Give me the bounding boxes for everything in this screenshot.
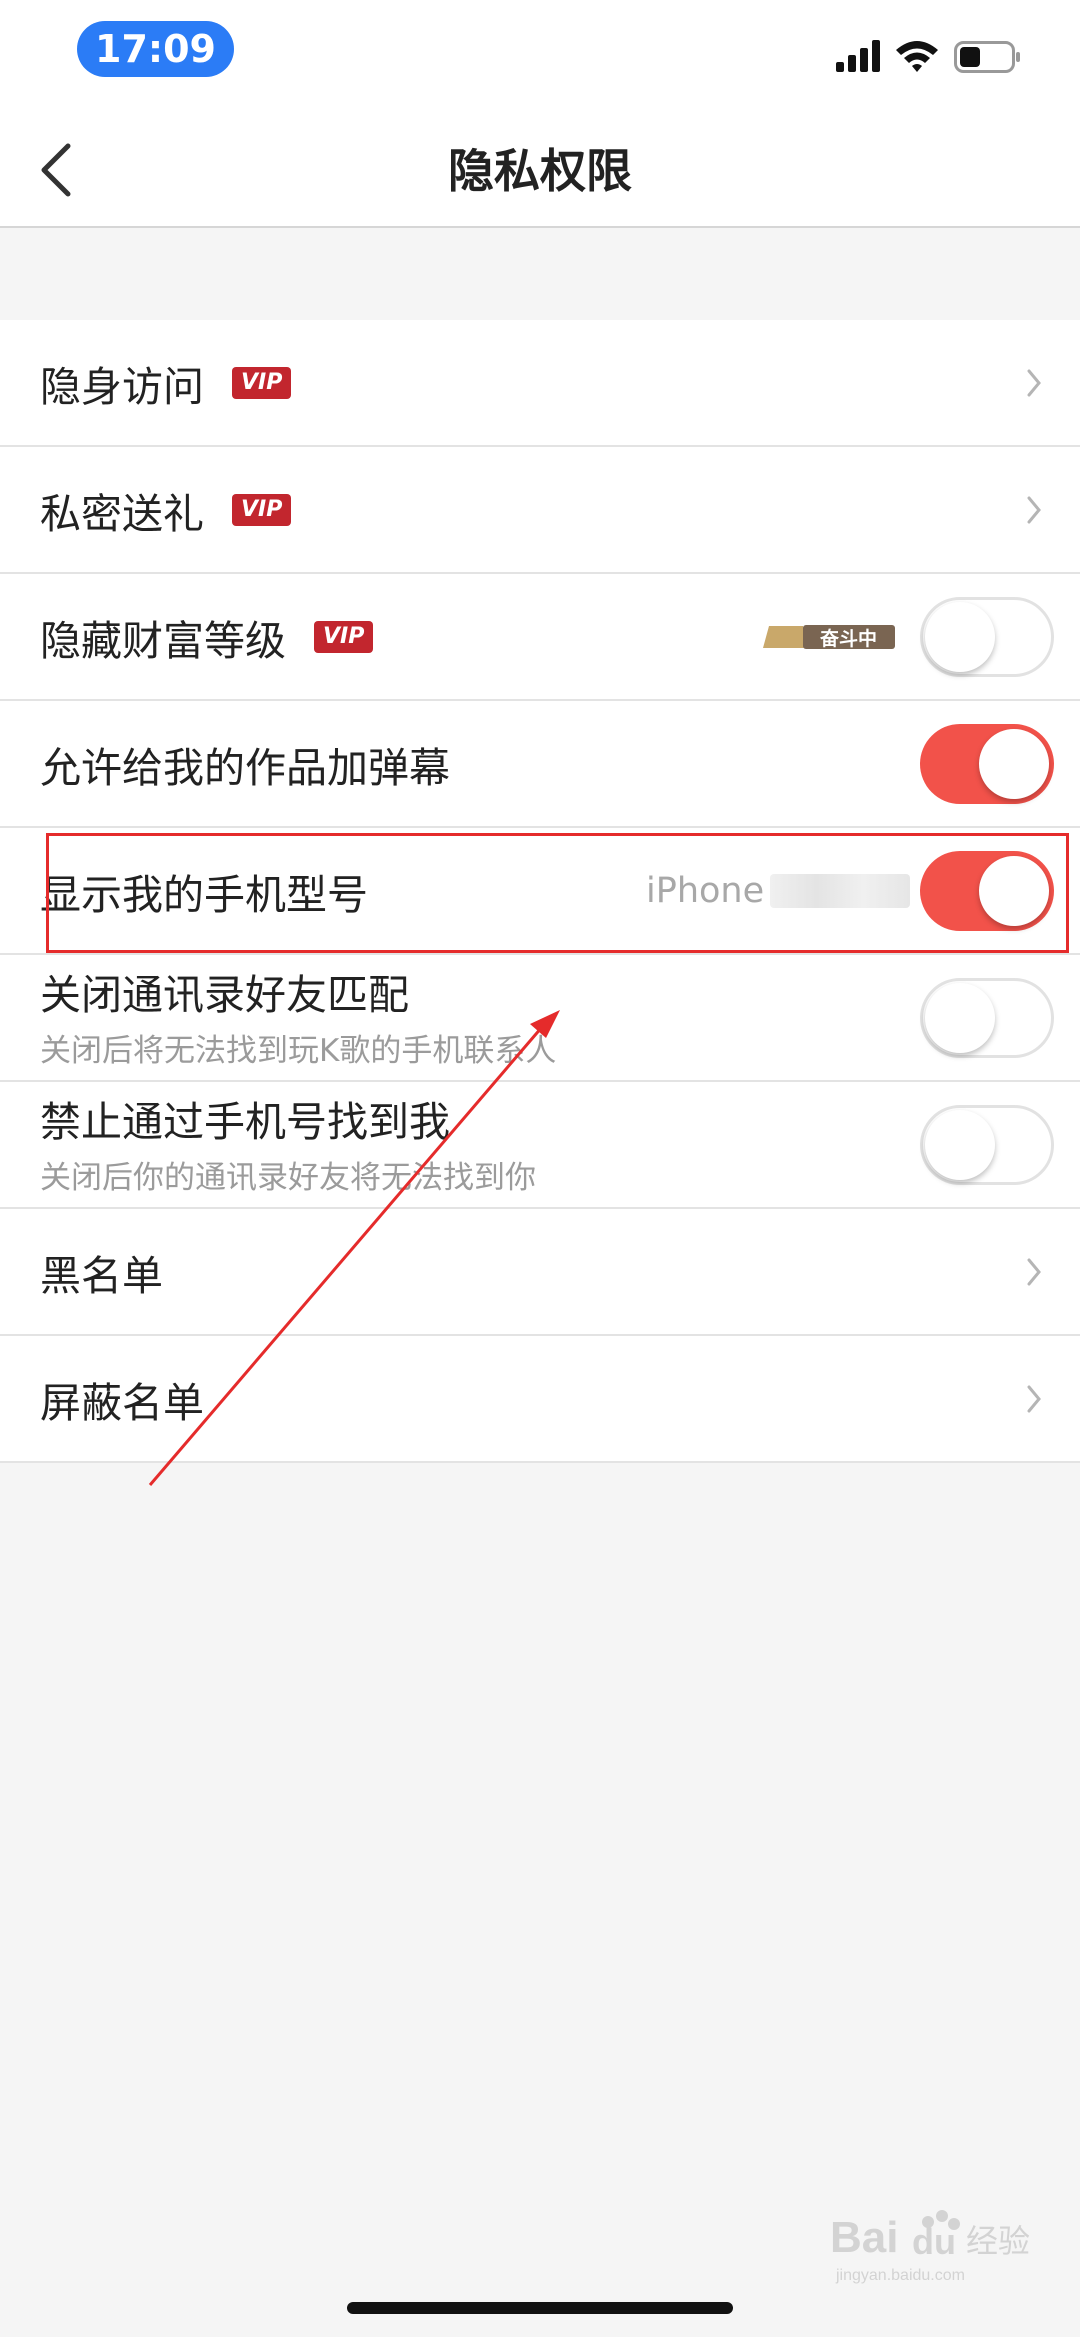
row-block-list[interactable]: 屏蔽名单 [0,1336,1080,1463]
row-label: 隐藏财富等级 [40,616,286,665]
chevron-right-icon [1027,496,1041,524]
contacts-matching-toggle[interactable] [920,978,1054,1058]
wealth-rank-label: 奋斗中 [820,628,878,650]
cellular-signal-icon [836,40,880,72]
row-label: 隐身访问 [40,362,204,411]
row-blacklist[interactable]: 黑名单 [0,1209,1080,1336]
row-stealth-visit[interactable]: 隐身访问 VIP [0,320,1080,447]
row-allow-danmaku: 允许给我的作品加弹幕 [0,701,1080,828]
baidu-watermark-logo: Bai du 经验 jingyan.baidu.com [830,2210,1030,2284]
chevron-right-icon [1027,1385,1041,1413]
toggle-knob [925,602,995,672]
toggle-knob [925,983,995,1053]
row-label: 屏蔽名单 [40,1378,204,1427]
find-by-phone-toggle[interactable] [920,1105,1054,1185]
wifi-icon [896,41,938,72]
row-hide-wealth-level: 隐藏财富等级 VIP 奋斗中 [0,574,1080,701]
row-private-gift[interactable]: 私密送礼 VIP [0,447,1080,574]
chevron-right-icon [1027,1258,1041,1286]
navigation-bar: 隐私权限 [0,110,1080,228]
svg-text:jingyan.baidu.com: jingyan.baidu.com [835,2267,965,2284]
vip-badge: VIP [232,493,292,526]
row-sublabel: 关闭后将无法找到玩K歌的手机联系人 [40,1033,557,1069]
row-label: 允许给我的作品加弹幕 [40,743,450,792]
row-label: 禁止通过手机号找到我 [40,1098,450,1146]
svg-text:经验: 经验 [966,2222,1030,2260]
back-arrow-icon[interactable] [38,142,78,198]
toggle-knob [979,729,1049,799]
row-contacts-matching: 关闭通讯录好友匹配 关闭后将无法找到玩K歌的手机联系人 [0,955,1080,1082]
status-time: 17:09 [77,21,234,77]
chevron-right-icon [1027,369,1041,397]
row-label: 私密送礼 [40,489,204,538]
row-label: 关闭通讯录好友匹配 [40,971,409,1019]
hide-wealth-level-toggle[interactable] [920,597,1054,677]
row-label: 黑名单 [40,1251,163,1300]
vip-badge: VIP [314,620,374,653]
row-find-by-phone: 禁止通过手机号找到我 关闭后你的通讯录好友将无法找到你 [0,1082,1080,1209]
toggle-knob [925,1110,995,1180]
status-bar: 17:09 [0,0,1080,110]
vip-badge: VIP [232,366,292,399]
svg-text:du: du [912,2221,956,2262]
page-title: 隐私权限 [448,144,632,198]
row-sublabel: 关闭后你的通讯录好友将无法找到你 [40,1160,536,1196]
battery-icon [954,41,1020,73]
allow-danmaku-toggle[interactable] [920,724,1054,804]
home-indicator[interactable] [347,2302,733,2314]
svg-text:Bai: Bai [830,2213,898,2262]
annotation-highlight-box [46,833,1069,953]
